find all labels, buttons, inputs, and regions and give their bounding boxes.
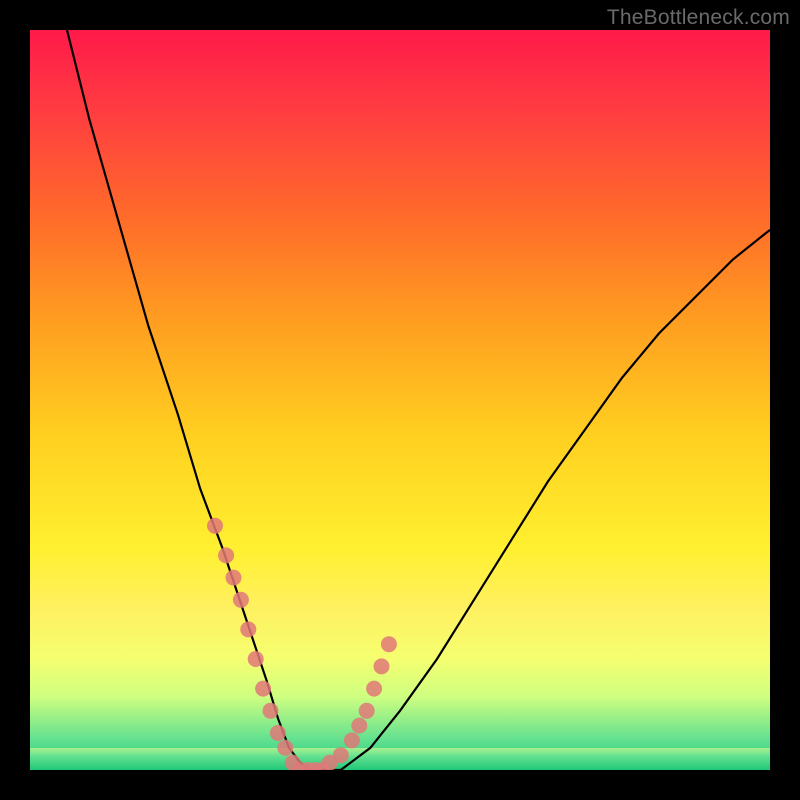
curve-line bbox=[67, 30, 770, 770]
chart-svg bbox=[30, 30, 770, 770]
marker-dot bbox=[359, 703, 375, 719]
plot-area bbox=[30, 30, 770, 770]
marker-dot bbox=[226, 570, 242, 586]
marker-dot bbox=[218, 547, 234, 563]
marker-dot bbox=[333, 747, 349, 763]
watermark-label: TheBottleneck.com bbox=[607, 6, 790, 30]
marker-dot bbox=[255, 681, 271, 697]
marker-dot bbox=[381, 636, 397, 652]
marker-dot bbox=[233, 592, 249, 608]
marker-group bbox=[207, 518, 397, 770]
marker-dot bbox=[344, 732, 360, 748]
marker-dot bbox=[240, 621, 256, 637]
v-curve-path bbox=[67, 30, 770, 770]
marker-dot bbox=[270, 725, 286, 741]
marker-dot bbox=[366, 681, 382, 697]
marker-dot bbox=[248, 651, 264, 667]
chart-container: TheBottleneck.com bbox=[0, 0, 800, 800]
marker-dot bbox=[207, 518, 223, 534]
marker-dot bbox=[351, 718, 367, 734]
marker-dot bbox=[374, 658, 390, 674]
marker-dot bbox=[277, 740, 293, 756]
marker-dot bbox=[263, 703, 279, 719]
